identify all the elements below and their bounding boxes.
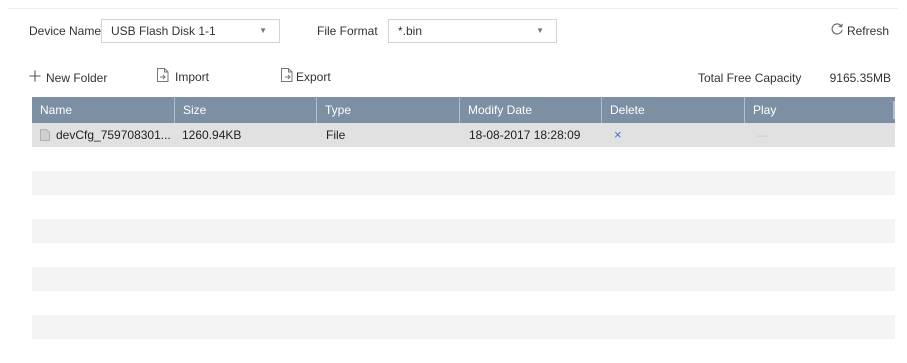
new-folder-button[interactable]: New Folder (29, 70, 107, 85)
refresh-icon (830, 22, 847, 39)
file-format-label: File Format (317, 24, 378, 38)
plus-icon (29, 70, 41, 85)
column-play-header[interactable]: Play (744, 97, 893, 123)
file-icon (40, 125, 50, 149)
file-table: Name Size Type Modify Date Delete Play d… (32, 97, 895, 363)
file-format-select[interactable]: *.bin ▼ (388, 19, 557, 43)
export-icon (280, 67, 294, 86)
table-row-empty (32, 291, 895, 315)
total-free-capacity-label: Total Free Capacity (698, 71, 802, 85)
file-name: devCfg_759708301... (56, 128, 171, 142)
table-row-empty (32, 171, 895, 195)
delete-icon[interactable]: × (614, 123, 622, 147)
table-row-empty (32, 315, 895, 339)
export-label: Export (296, 69, 331, 84)
table-row-empty (32, 219, 895, 243)
import-label: Import (175, 69, 210, 84)
file-format-value: *.bin (398, 24, 423, 38)
total-free-capacity-value: 9165.35MB (829, 71, 891, 85)
chevron-down-icon: ▼ (259, 26, 267, 35)
column-size-header[interactable]: Size (174, 97, 316, 123)
refresh-button[interactable]: Refresh (830, 22, 889, 39)
column-modify-date-header[interactable]: Modify Date (459, 97, 601, 123)
play-icon: — (757, 128, 769, 142)
size-cell: 1260.94KB (182, 128, 242, 142)
table-header: Name Size Type Modify Date Delete Play (32, 97, 895, 123)
table-row-empty (32, 147, 895, 171)
table-row-empty (32, 339, 895, 363)
new-folder-label: New Folder (46, 70, 108, 85)
device-name-label: Device Name (29, 24, 102, 38)
file-manager-panel: Device Name USB Flash Disk 1-1 ▼ File Fo… (8, 8, 898, 363)
refresh-label: Refresh (846, 23, 889, 38)
table-row-empty (32, 267, 895, 291)
toolbar: New Folder Import Export Total Free Capa… (8, 63, 898, 91)
column-delete-header[interactable]: Delete (601, 97, 744, 123)
table-row[interactable]: devCfg_759708301... 1260.94KB File 18-08… (32, 123, 895, 147)
name-cell: devCfg_759708301... (40, 123, 171, 147)
device-name-select[interactable]: USB Flash Disk 1-1 ▼ (101, 19, 280, 43)
column-type-header[interactable]: Type (316, 97, 459, 123)
table-row-empty (32, 243, 895, 267)
modify-date-cell: 18-08-2017 18:28:09 (469, 128, 581, 142)
chevron-down-icon: ▼ (536, 26, 544, 35)
export-button[interactable]: Export (280, 67, 331, 86)
import-button[interactable]: Import (156, 67, 209, 86)
top-bar: Device Name USB Flash Disk 1-1 ▼ File Fo… (8, 9, 898, 53)
header-end-divider (893, 101, 895, 119)
table-row-empty (32, 195, 895, 219)
type-cell: File (326, 128, 346, 142)
column-name-header[interactable]: Name (32, 97, 174, 123)
import-icon (156, 67, 170, 86)
device-name-value: USB Flash Disk 1-1 (111, 24, 216, 38)
